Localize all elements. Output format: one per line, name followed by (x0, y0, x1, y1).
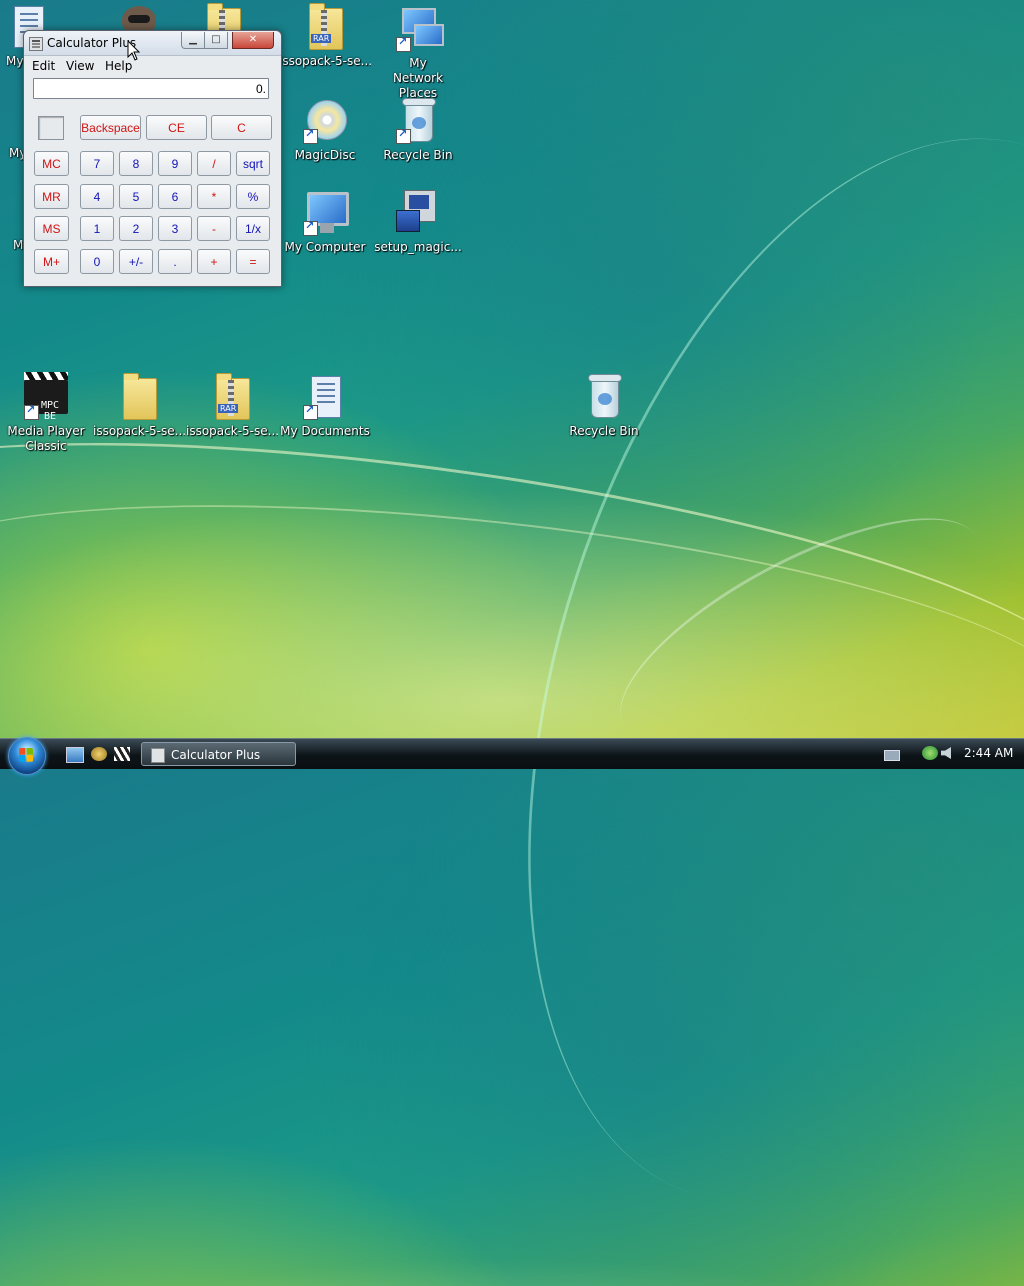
memory-recall-button[interactable]: MR (34, 184, 69, 209)
recycle-bin-icon (580, 372, 628, 420)
network-icon[interactable] (922, 746, 938, 760)
network-places-icon (394, 4, 444, 52)
keyboard-icon[interactable] (884, 750, 900, 761)
switch-windows-icon[interactable] (91, 747, 107, 761)
reciprocal-button[interactable]: 1/x (236, 216, 270, 241)
volume-icon[interactable] (941, 747, 951, 759)
desktop-icon-my-network-places[interactable]: My Network Places (372, 4, 464, 101)
desktop-icon-issopack-rar-top[interactable]: RAR issopack-5-se... (279, 2, 371, 69)
digit-1-button[interactable]: 1 (80, 216, 114, 241)
taskbar-button-label: Calculator Plus (171, 748, 261, 762)
desktop-icon-magicdisc[interactable]: MagicDisc (279, 96, 371, 163)
desktop-icon-my-documents[interactable]: My Documents (279, 372, 371, 439)
percent-button[interactable]: % (236, 184, 270, 209)
mouse-cursor-icon (127, 40, 141, 61)
calculator-icon (29, 37, 43, 51)
desktop-icon-issopack-folder[interactable]: issopack-5-se... (93, 372, 185, 439)
minimize-button[interactable]: ▁ (181, 32, 205, 49)
sqrt-button[interactable]: sqrt (236, 151, 270, 176)
desktop-icon-setup-magic[interactable]: setup_magic... (372, 188, 464, 255)
calculator-icon (151, 748, 165, 763)
calculator-titlebar[interactable]: Calculator Plus ▁ □ ✕ (24, 31, 281, 56)
computer-icon (301, 188, 349, 236)
digit-7-button[interactable]: 7 (80, 151, 114, 176)
window-title: Calculator Plus (47, 36, 137, 50)
digit-3-button[interactable]: 3 (158, 216, 192, 241)
menu-edit[interactable]: Edit (32, 59, 55, 73)
rar-archive-icon: RAR (301, 2, 349, 50)
show-desktop-icon[interactable] (66, 747, 84, 763)
folder-icon (115, 372, 163, 420)
digit-2-button[interactable]: 2 (119, 216, 153, 241)
digit-5-button[interactable]: 5 (119, 184, 153, 209)
taskbar-button-calculator[interactable]: Calculator Plus (141, 742, 296, 766)
digit-0-button[interactable]: 0 (80, 249, 114, 274)
media-player-quicklaunch-icon[interactable] (114, 747, 130, 761)
clear-entry-button[interactable]: CE (146, 115, 207, 140)
setup-installer-icon (394, 188, 442, 236)
magicdisc-icon (301, 96, 349, 144)
decimal-point-button[interactable]: . (158, 249, 192, 274)
calculator-window[interactable]: Calculator Plus ▁ □ ✕ Edit View Help 0. … (23, 30, 282, 287)
desktop-icon-recycle-bin-top[interactable]: Recycle Bin (372, 96, 464, 163)
add-button[interactable]: + (197, 249, 231, 274)
digit-9-button[interactable]: 9 (158, 151, 192, 176)
taskbar: Calculator Plus 2:44 AM (0, 737, 1024, 775)
memory-add-button[interactable]: M+ (34, 249, 69, 274)
subtract-button[interactable]: - (197, 216, 231, 241)
clear-button[interactable]: C (211, 115, 272, 140)
desktop-icon-issopack-rar-bottom[interactable]: RAR issopack-5-se... (186, 372, 278, 439)
digit-8-button[interactable]: 8 (119, 151, 153, 176)
wallpaper-swoosh (0, 457, 1024, 825)
menu-view[interactable]: View (66, 59, 94, 73)
desktop-icon-recycle-bin-bottom[interactable]: Recycle Bin (558, 372, 650, 439)
wallpaper-swoosh (404, 53, 1024, 1286)
calculator-display: 0. (33, 78, 269, 99)
memory-indicator (38, 116, 64, 140)
desktop-icon-media-player-classic[interactable]: MPC BE Media Player Classic (0, 372, 92, 454)
backspace-button[interactable]: Backspace (80, 115, 141, 140)
multiply-button[interactable]: * (197, 184, 231, 209)
sign-toggle-button[interactable]: +/- (119, 249, 153, 274)
digit-4-button[interactable]: 4 (80, 184, 114, 209)
maximize-button[interactable]: □ (204, 32, 228, 49)
desktop-icon-my-computer[interactable]: My Computer (279, 188, 371, 255)
memory-store-button[interactable]: MS (34, 216, 69, 241)
start-button[interactable] (8, 737, 46, 775)
digit-6-button[interactable]: 6 (158, 184, 192, 209)
recycle-bin-icon (394, 96, 442, 144)
system-clock[interactable]: 2:44 AM (964, 746, 1013, 760)
close-button[interactable]: ✕ (232, 32, 274, 49)
equals-button[interactable]: = (236, 249, 270, 274)
memory-clear-button[interactable]: MC (34, 151, 69, 176)
clapperboard-icon: MPC BE (22, 372, 70, 422)
menu-bar: Edit View Help (24, 56, 281, 76)
divide-button[interactable]: / (197, 151, 231, 176)
rar-archive-icon: RAR (208, 372, 256, 420)
documents-icon (301, 372, 349, 420)
